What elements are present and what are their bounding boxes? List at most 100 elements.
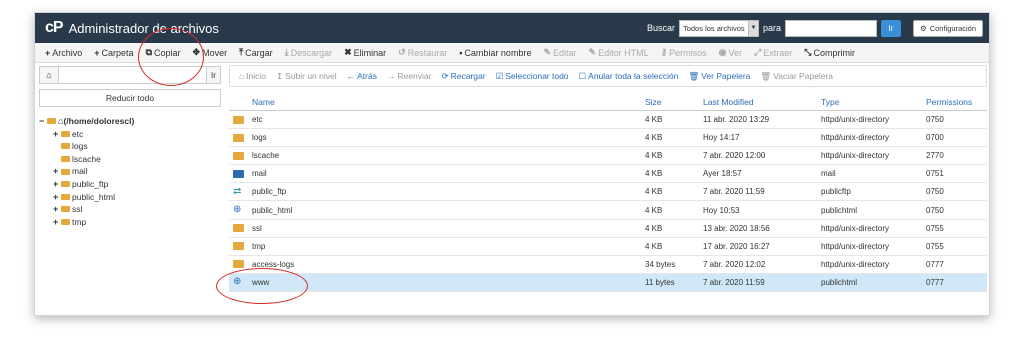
table-row[interactable]: lscache 4 KB 7 abr. 2020 12:00 httpd/unix-d…: [229, 147, 987, 166]
nav-subir-un-nivel-button[interactable]: ↥ Subir un nivel: [271, 71, 342, 82]
reenviar-icon: →: [386, 71, 396, 81]
cpanel-logo[interactable]: cP: [45, 19, 64, 37]
folder-icon: [61, 168, 70, 175]
table-row[interactable]: ⇄ public_ftp 4 KB 7 abr. 2020 11:59 publicft…: [229, 183, 987, 202]
nav-label: Subir un nivel: [285, 71, 337, 81]
nav-ver-papelera-button[interactable]: 🗑 Ver Papelera: [683, 71, 755, 82]
cell-size: 4 KB: [645, 151, 663, 161]
path-go-button[interactable]: Ir: [207, 66, 221, 84]
row-icon-cell: [229, 115, 249, 124]
tree-item-public-ftp[interactable]: + public_ftp: [39, 178, 221, 191]
expand-icon[interactable]: +: [53, 178, 61, 191]
toolbar-comprimir-button[interactable]: ⤡ Comprimir: [798, 47, 861, 58]
cell-modified: Ayer 18:57: [703, 169, 742, 179]
inicio-icon: ⌂: [239, 71, 245, 81]
table-row[interactable]: mail 4 KB Ayer 18:57 mail 0751: [229, 165, 987, 184]
toolbar-carpeta-button[interactable]: + Carpeta: [88, 48, 139, 58]
tree-item-lscache[interactable]: lscache: [39, 153, 221, 166]
tree-item-etc[interactable]: + etc: [39, 128, 221, 141]
nav-recargar-button[interactable]: ⟳ Recargar: [437, 71, 491, 82]
table-row[interactable]: access-logs 34 bytes 7 abr. 2020 12:02 http…: [229, 256, 987, 274]
table-row[interactable]: logs 4 KB Hoy 14:17 httpd/unix-directory 070…: [229, 129, 987, 148]
toolbar-editar-button[interactable]: ✎ Editar: [537, 47, 582, 58]
toolbar-cambiar-nombre-button[interactable]: ▪ Cambiar nombre: [453, 48, 537, 58]
toolbar-extraer-button[interactable]: ⤢ Extraer: [748, 47, 798, 58]
vaciar-papelera-icon: 🗑: [760, 70, 772, 81]
toolbar-label: Copiar: [154, 47, 181, 58]
toolbar-label: Comprimir: [813, 47, 855, 58]
table-row[interactable]: etc 4 KB 11 abr. 2020 13:29 httpd/unix-dire…: [229, 111, 987, 130]
tree-item-ssl[interactable]: + ssl: [39, 203, 221, 216]
globe-icon: ⊕: [233, 276, 242, 288]
nav-atr-s-button[interactable]: ← Atrás: [342, 71, 382, 81]
cell-name: access-logs: [252, 259, 295, 269]
search-input[interactable]: [784, 19, 877, 37]
toolbar-editor-html-button[interactable]: ✎ Editor HTML: [583, 47, 655, 58]
nav-label: Reenviar: [397, 71, 432, 81]
col-name[interactable]: Name: [249, 97, 645, 107]
table-row[interactable]: ⊕ www 11 bytes 7 abr. 2020 11:59 publichtml 0…: [229, 273, 987, 292]
toolbar-copiar-button[interactable]: ⧉ Copiar: [140, 47, 187, 58]
tree-item-tmp[interactable]: + tmp: [39, 216, 221, 229]
search-area: Buscar Todos los archivos ▼ para Ir ⚙ Co…: [647, 19, 983, 37]
nav-label: Ver Papelera: [701, 71, 751, 81]
toolbar-eliminar-button[interactable]: ✖ Eliminar: [338, 47, 392, 58]
expand-icon[interactable]: +: [53, 191, 61, 204]
restaurar-icon: ↺: [398, 47, 406, 57]
tree-item-home-dolorescl[interactable]: − ⌂ (/home/dolorescl): [39, 115, 221, 128]
table-row[interactable]: tmp 4 KB 17 abr. 2020 16:27 httpd/unix-dire…: [229, 238, 987, 256]
collapse-icon[interactable]: −: [39, 115, 47, 128]
nav-anular-toda-la-selecci-n-button[interactable]: ☐ Anular toda la selección: [574, 71, 684, 82]
tree-item-mail[interactable]: + mail: [39, 165, 221, 178]
tree-item-logs[interactable]: logs: [39, 140, 221, 153]
tree-item-public-html[interactable]: + public_html: [39, 191, 221, 204]
nav-vaciar-papelera-button[interactable]: 🗑 Vaciar Papelera: [755, 71, 838, 82]
col-type[interactable]: Type: [821, 97, 926, 107]
path-input[interactable]: [59, 66, 207, 84]
col-permissions[interactable]: Permissions: [926, 97, 987, 107]
cell-type: httpd/unix-directory: [821, 115, 890, 125]
expand-icon[interactable]: +: [53, 128, 61, 141]
path-bar: ⌂ Ir: [39, 65, 221, 85]
expand-icon[interactable]: +: [53, 203, 61, 216]
folder-icon: [61, 193, 70, 200]
expand-icon[interactable]: +: [53, 165, 61, 178]
recargar-icon: ⟳: [441, 70, 449, 81]
col-modified[interactable]: Last Modified: [703, 97, 821, 107]
nav-label: Atrás: [357, 71, 377, 81]
cell-name: logs: [252, 133, 267, 143]
table-row[interactable]: ⊕ public_html 4 KB Hoy 10:53 publichtml 0750: [229, 201, 987, 220]
file-list: etc 4 KB 11 abr. 2020 13:29 httpd/unix-dire…: [229, 111, 987, 292]
cell-name: lscache: [252, 151, 280, 161]
toolbar-ver-button[interactable]: ◉ Ver: [713, 47, 748, 58]
toolbar-cargar-button[interactable]: ⤒ Cargar: [233, 47, 279, 58]
cell-name: ssl: [252, 223, 262, 233]
settings-button[interactable]: ⚙ Configuración: [912, 19, 983, 37]
search-scope-select[interactable]: Todos los archivos ▼: [678, 19, 759, 37]
row-icon-cell: [229, 224, 249, 233]
toolbar-descargar-button[interactable]: ⤓ Descargar: [279, 47, 339, 58]
nav-inicio-button[interactable]: ⌂ Inicio: [234, 71, 271, 81]
expand-icon[interactable]: +: [53, 216, 61, 229]
subir-un-nivel-icon: ↥: [275, 70, 284, 81]
cell-perms: 0755: [926, 241, 944, 251]
folder-icon: [61, 143, 70, 150]
mail-icon: [233, 169, 244, 178]
home-icon[interactable]: ⌂: [39, 66, 59, 84]
cell-type: mail: [821, 169, 836, 179]
toolbar-restaurar-button[interactable]: ↺ Restaurar: [392, 47, 453, 58]
toolbar-mover-button[interactable]: ✥ Mover: [187, 47, 234, 58]
search-go-button[interactable]: Ir: [880, 19, 901, 37]
toolbar-archivo-button[interactable]: + Archivo: [39, 48, 88, 58]
nav-seleccionar-todo-button[interactable]: ☑ Seleccionar todo: [491, 71, 574, 82]
table-row[interactable]: ssl 4 KB 13 abr. 2020 18:56 httpd/unix-dire…: [229, 220, 987, 238]
col-size[interactable]: Size: [645, 97, 703, 107]
cell-size: 4 KB: [645, 169, 663, 179]
tree-item-label: tmp: [72, 216, 87, 227]
cargar-icon: ⤒: [239, 47, 244, 57]
collapse-all-button[interactable]: Reducir todo: [39, 89, 221, 107]
nav-label: Anular toda la selección: [588, 71, 679, 81]
nav-reenviar-button[interactable]: → Reenviar: [382, 71, 437, 81]
cell-size: 11 bytes: [645, 277, 675, 287]
toolbar-permisos-button[interactable]: ⚷ Permisos: [655, 47, 713, 58]
